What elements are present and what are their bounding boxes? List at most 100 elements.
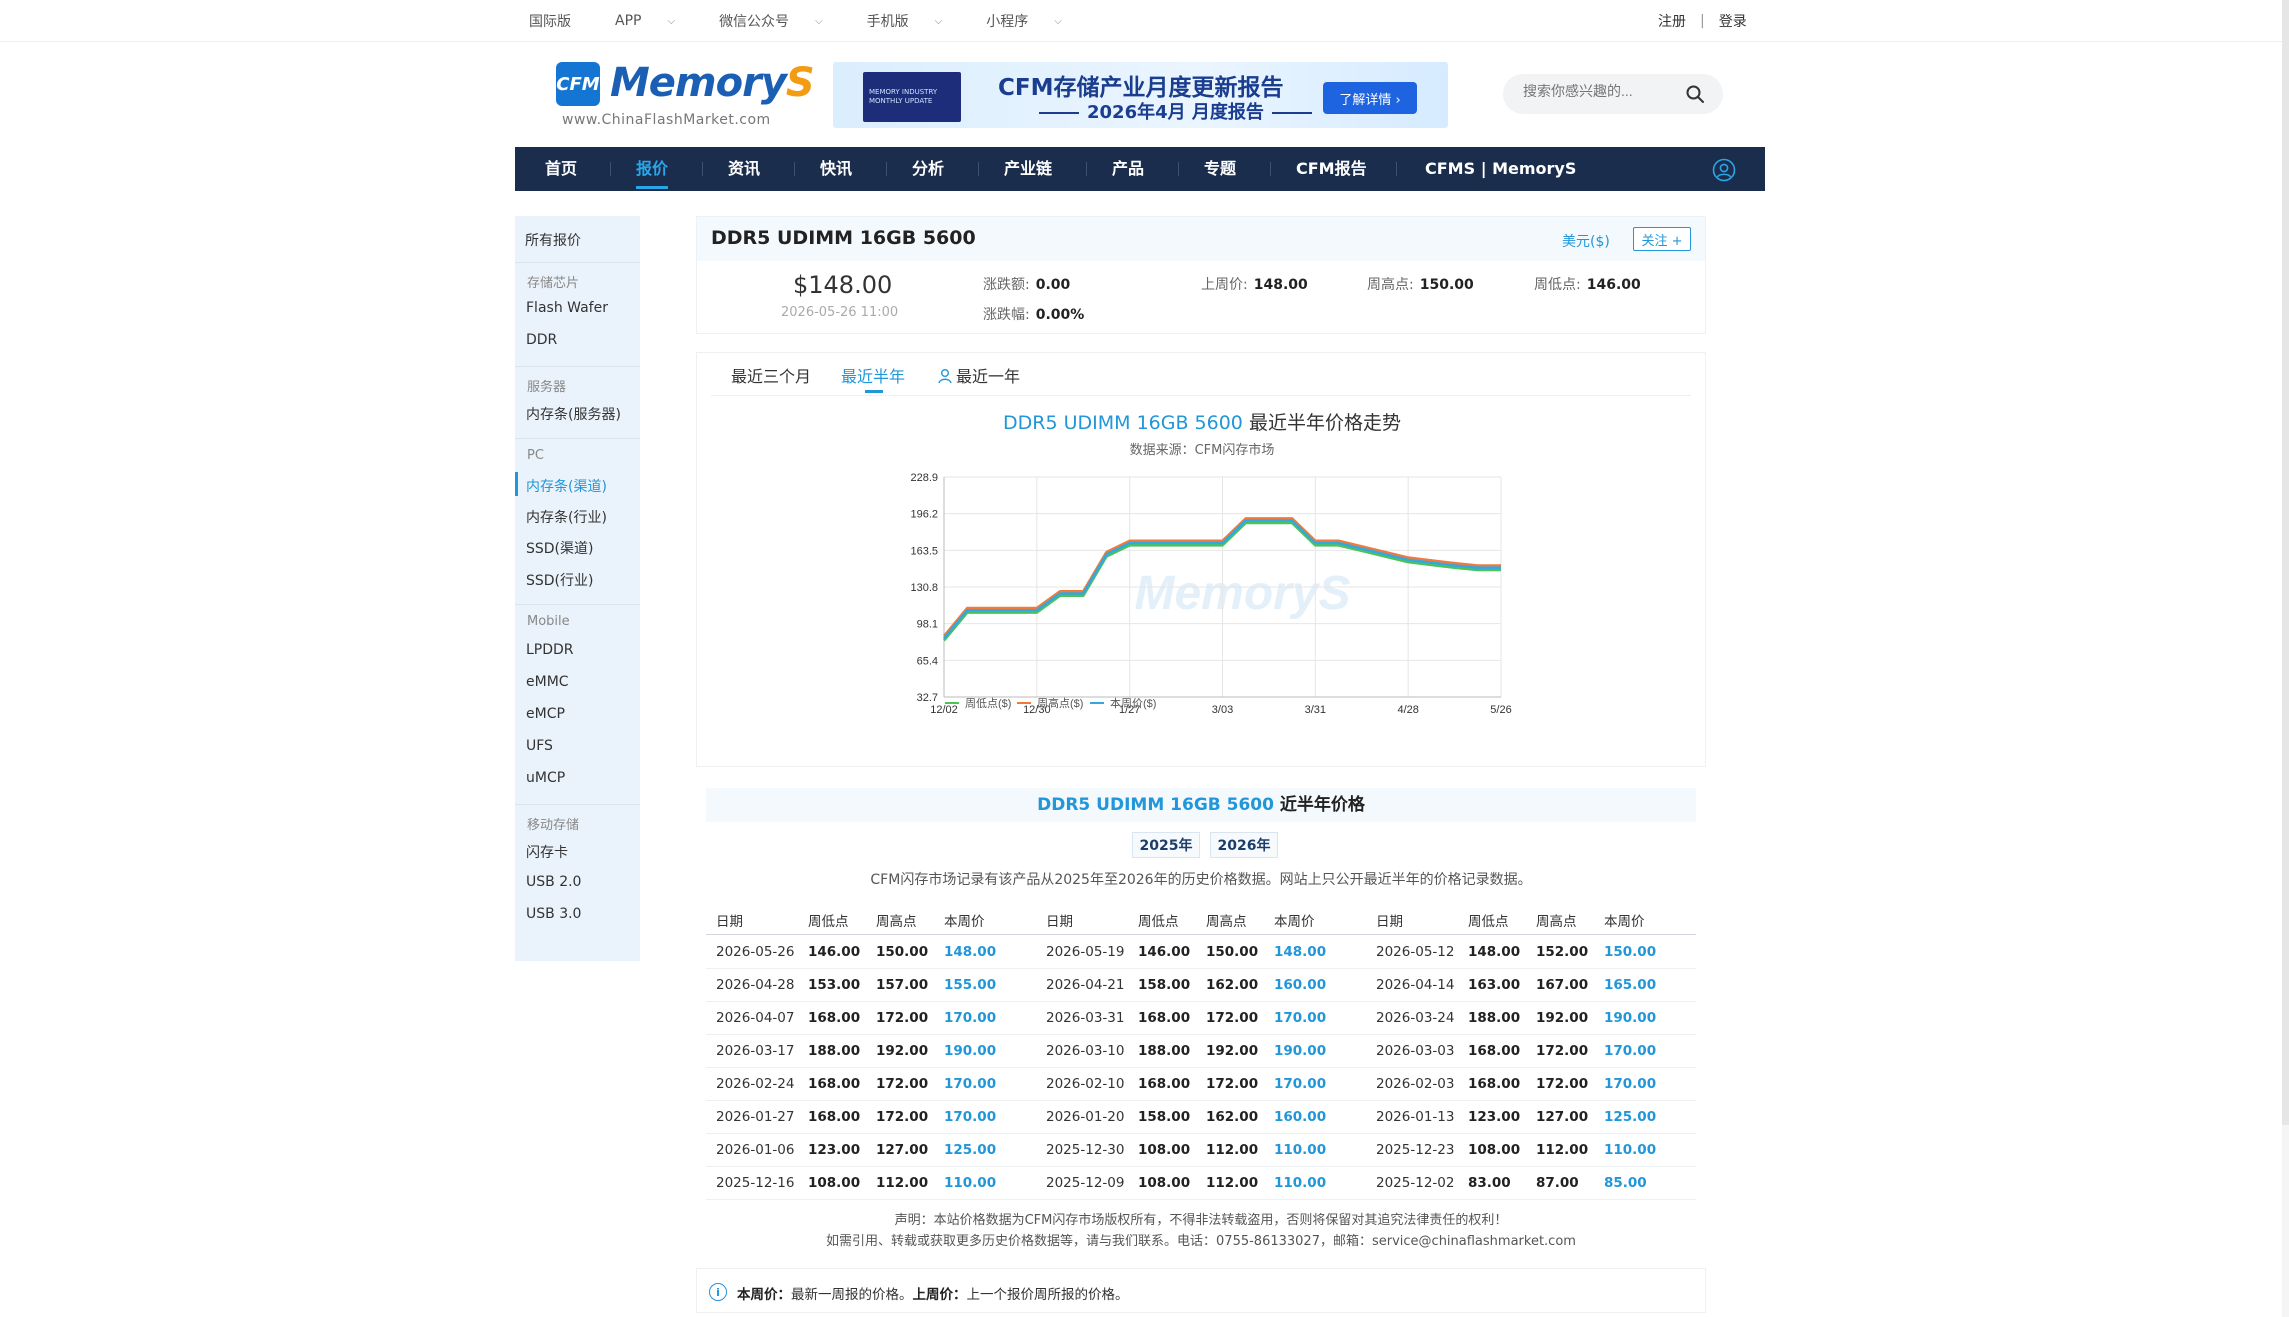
login-link[interactable]: 登录 — [1719, 11, 1747, 31]
table-cell: 2026-04-14 — [1376, 977, 1455, 993]
follow-button[interactable]: 关注 + — [1633, 227, 1691, 251]
price-timestamp: 2026-05-26 11:00 — [781, 305, 899, 320]
table-cell: 87.00 — [1536, 1175, 1579, 1191]
banner-details-button[interactable]: 了解详情 › — [1323, 82, 1417, 114]
currency-switch[interactable]: 美元($) — [1562, 231, 1610, 251]
sidebar-item-emmc[interactable]: eMMC — [526, 674, 569, 690]
table-row: 2026-04-07 168.00 172.00 170.00 2026-03-31 16… — [706, 1002, 1696, 1035]
sidebar-item-flash-card[interactable]: 闪存卡 — [526, 842, 568, 862]
table-cell: 2026-05-26 — [716, 944, 795, 960]
sidebar-item-flash-wafer[interactable]: Flash Wafer — [526, 300, 608, 316]
price-chart-card: 最近三个月 最近半年 最近一年 DDR5 UDIMM 16GB 5600 最近半… — [696, 352, 1706, 767]
table-cell: 125.00 — [1604, 1109, 1657, 1125]
y-tick-label: 98.1 — [917, 619, 938, 631]
table-cell: 172.00 — [876, 1010, 929, 1026]
table-cell: 158.00 — [1138, 977, 1191, 993]
table-cell: 112.00 — [1206, 1175, 1259, 1191]
link-international[interactable]: 国际版 — [529, 11, 593, 31]
table-cell: 153.00 — [808, 977, 861, 993]
sidebar-group-label: Mobile — [527, 614, 570, 629]
nav-topics[interactable]: 专题 — [1204, 147, 1236, 191]
user-icon[interactable] — [1712, 158, 1736, 182]
nav-flash[interactable]: 快讯 — [820, 147, 852, 191]
table-row: 2026-01-27 168.00 172.00 170.00 2026-01-20 15… — [706, 1101, 1696, 1134]
sidebar-item-memory-industry[interactable]: 内存条(行业) — [526, 507, 607, 527]
table-cell: 2026-04-21 — [1046, 977, 1125, 993]
site-logo[interactable]: CFM MemoryS www.ChinaFlashMarket.com — [556, 58, 815, 134]
nav-analysis[interactable]: 分析 — [912, 147, 944, 191]
nav-news[interactable]: 资讯 — [728, 147, 760, 191]
table-cell: 172.00 — [876, 1076, 929, 1092]
table-cell: 167.00 — [1536, 977, 1589, 993]
table-cell: 2026-04-07 — [716, 1010, 795, 1026]
table-cell: 168.00 — [808, 1109, 861, 1125]
table-cell: 2026-02-03 — [1376, 1076, 1455, 1092]
link-wechat[interactable]: 微信公众号 ⌵ — [719, 11, 845, 31]
sidebar-item-ddr[interactable]: DDR — [526, 332, 557, 348]
link-app[interactable]: APP ⌵ — [615, 11, 697, 31]
link-mobile[interactable]: 手机版 ⌵ — [867, 11, 965, 31]
category-sidebar: 所有报价 存储芯片 Flash Wafer DDR 服务器 内存条(服务器) P… — [515, 216, 640, 961]
copyright-declaration: 声明：本站价格数据为CFM闪存市场版权所有，不得非法转载盗用，否则将保留对其追究… — [894, 1213, 1508, 1228]
chevron-down-icon: ⌵ — [667, 15, 676, 27]
table-note: CFM闪存市场记录有该产品从2025年至2026年的历史价格数据。网站上只公开最… — [870, 872, 1532, 888]
sidebar-item-usb3[interactable]: USB 3.0 — [526, 906, 581, 922]
table-cell: 192.00 — [1206, 1043, 1259, 1059]
scrollbar-thumb[interactable] — [2282, 0, 2289, 1125]
sidebar-item-ufs[interactable]: UFS — [526, 738, 553, 754]
nav-industry-chain[interactable]: 产业链 — [1004, 147, 1052, 191]
sidebar-item-server-memory[interactable]: 内存条(服务器) — [526, 404, 621, 424]
change-percent-value: 0.00% — [1035, 307, 1085, 323]
register-link[interactable]: 注册 — [1658, 11, 1686, 31]
nav-cfm-report[interactable]: CFM报告 — [1296, 147, 1367, 191]
change-percent: 涨跌幅: 0.00% — [983, 304, 1084, 324]
table-cell: 123.00 — [1468, 1109, 1521, 1125]
active-indicator — [515, 472, 518, 496]
sidebar-item-lpddr[interactable]: LPDDR — [526, 642, 574, 658]
nav-products[interactable]: 产品 — [1112, 147, 1144, 191]
table-cell: 108.00 — [1138, 1175, 1191, 1191]
legend-label: 本周价($) — [1110, 696, 1156, 710]
table-cell: 190.00 — [1604, 1010, 1657, 1026]
sidebar-item-all-quotes[interactable]: 所有报价 — [525, 230, 581, 250]
search-input[interactable] — [1523, 83, 1673, 99]
nav-divider — [1178, 162, 1179, 176]
table-cell: 125.00 — [944, 1142, 997, 1158]
table-cell: 190.00 — [1274, 1043, 1327, 1059]
sidebar-item-memory-channel[interactable]: 内存条(渠道) — [526, 476, 607, 496]
year-button-2025[interactable]: 2025年 — [1132, 832, 1200, 858]
top-links: 国际版 APP ⌵ 微信公众号 ⌵ 手机版 ⌵ 小程序 ⌵ — [529, 11, 1106, 31]
last-week-price-label: 上周价: — [1201, 277, 1248, 293]
sidebar-item-umcp[interactable]: uMCP — [526, 770, 565, 786]
sidebar-item-ssd-channel[interactable]: SSD(渠道) — [526, 538, 593, 558]
sidebar-item-ssd-industry[interactable]: SSD(行业) — [526, 570, 593, 590]
nav-quotes[interactable]: 报价 — [636, 147, 669, 191]
column-header: 周低点 — [1138, 914, 1179, 930]
search-icon[interactable] — [1685, 84, 1705, 104]
table-cell: 110.00 — [1604, 1142, 1657, 1158]
page-scrollbar[interactable] — [2282, 0, 2289, 1317]
y-tick-label: 130.8 — [910, 582, 938, 594]
year-button-2026[interactable]: 2026年 — [1210, 832, 1278, 858]
divider: | — [1700, 13, 1705, 29]
main-nav: 首页 报价 资讯 快讯 分析 产业链 产品 专题 CFM报告 CFMS | Me… — [515, 147, 1765, 191]
y-tick-label: 228.9 — [910, 472, 938, 484]
sidebar-item-emcp[interactable]: eMCP — [526, 706, 565, 722]
product-summary-card: DDR5 UDIMM 16GB 5600 美元($) 关注 + $148.00 … — [696, 216, 1706, 334]
report-banner[interactable]: MEMORY INDUSTRY MONTHLY UPDATE CFM存储产业月度… — [833, 62, 1448, 128]
legend-text: 本周价：最新一周报的价格。上周价：上一个报价周所报的价格。 — [737, 1283, 1129, 1303]
table-cell: 146.00 — [808, 944, 861, 960]
table-cell: 2026-01-06 — [716, 1142, 795, 1158]
nav-cfms-memorys[interactable]: CFMS | MemoryS — [1425, 147, 1576, 191]
nav-divider — [886, 162, 887, 176]
table-header-row: 日期 周低点 周高点 本周价 日期 周低点 周高点 本周价 日期 周低点 周高点 本周价 — [706, 902, 1696, 935]
legend-value-current: 最新一周报的价格。 — [791, 1287, 913, 1303]
logo-wordmark: MemoryS — [610, 60, 815, 106]
change-amount-value: 0.00 — [1035, 277, 1071, 293]
table-row: 2026-02-24 168.00 172.00 170.00 2026-02-10 16… — [706, 1068, 1696, 1101]
sidebar-item-usb2[interactable]: USB 2.0 — [526, 874, 581, 890]
table-cell: 188.00 — [808, 1043, 861, 1059]
nav-home[interactable]: 首页 — [545, 147, 577, 191]
link-miniprogram[interactable]: 小程序 ⌵ — [986, 11, 1084, 31]
logo-badge: CFM — [556, 62, 600, 106]
